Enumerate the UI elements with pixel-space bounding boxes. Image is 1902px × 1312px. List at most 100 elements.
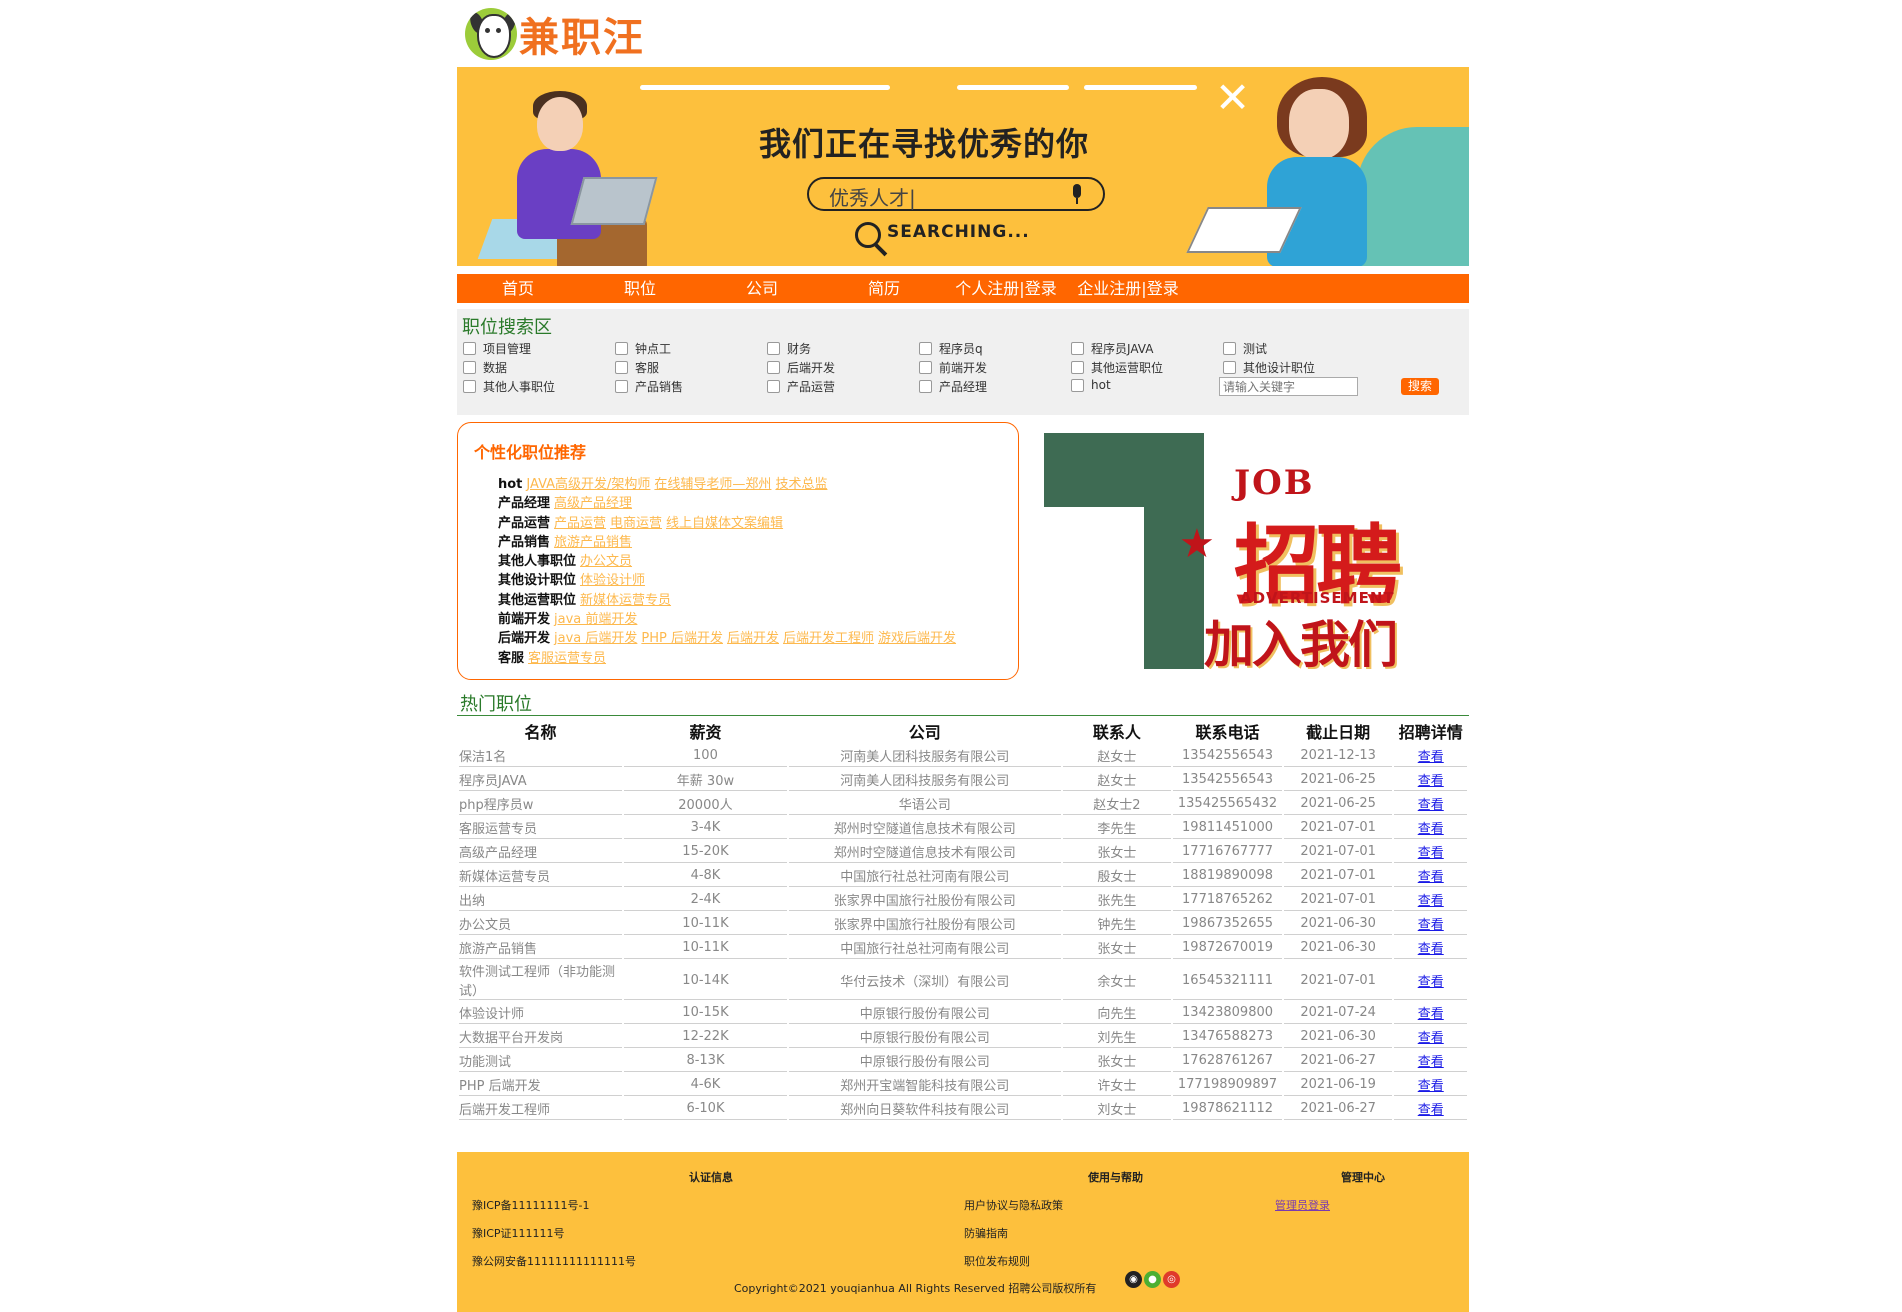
category-checkbox[interactable]: 财务 — [767, 340, 811, 357]
view-details-link[interactable]: 查看 — [1418, 750, 1444, 765]
wechat-icon[interactable]: ● — [1144, 1271, 1161, 1288]
category-checkbox[interactable]: 其他设计职位 — [1223, 359, 1315, 376]
category-checkbox[interactable]: 其他人事职位 — [463, 378, 555, 395]
category-checkbox[interactable]: 测试 — [1223, 340, 1267, 357]
view-details-link[interactable]: 查看 — [1418, 894, 1444, 909]
checkbox-box[interactable] — [1071, 361, 1084, 374]
view-details-link[interactable]: 查看 — [1418, 1007, 1444, 1022]
recommend-job-link[interactable]: 客服运营专员 — [528, 651, 606, 666]
footer-link-anti-fraud[interactable]: 防骗指南 — [964, 1225, 1008, 1241]
category-checkbox[interactable]: 产品运营 — [767, 378, 835, 395]
view-details-link[interactable]: 查看 — [1418, 1103, 1444, 1118]
view-details-link[interactable]: 查看 — [1418, 1055, 1444, 1070]
category-checkbox[interactable]: 客服 — [615, 359, 659, 376]
checkbox-box[interactable] — [463, 361, 476, 374]
category-checkbox[interactable]: 产品经理 — [919, 378, 987, 395]
details-cell: 查看 — [1394, 817, 1467, 839]
recommend-job-link[interactable]: 体验设计师 — [580, 573, 645, 588]
checkbox-box[interactable] — [767, 361, 780, 374]
view-details-link[interactable]: 查看 — [1418, 1031, 1444, 1046]
search-button[interactable]: 搜索 — [1401, 378, 1439, 395]
category-checkbox[interactable]: 数据 — [463, 359, 507, 376]
table-row: 新媒体运营专员 4-8K 中国旅行社总社河南有限公司 殷女士 18819890098 20… — [459, 865, 1467, 887]
recommend-job-link[interactable]: 新媒体运营专员 — [580, 593, 671, 608]
checkbox-box[interactable] — [919, 361, 932, 374]
nav-resume[interactable]: 简历 — [823, 274, 945, 303]
weibo-icon[interactable]: ◎ — [1163, 1271, 1180, 1288]
checkbox-box[interactable] — [767, 380, 780, 393]
category-checkbox[interactable]: 产品销售 — [615, 378, 683, 395]
contact-cell: 刘先生 — [1062, 1026, 1172, 1048]
checkbox-box[interactable] — [463, 380, 476, 393]
recommend-job-link[interactable]: 后端开发 — [727, 631, 779, 646]
checkbox-box[interactable] — [1071, 342, 1084, 355]
contact-cell: 张女士 — [1062, 937, 1172, 959]
view-details-link[interactable]: 查看 — [1418, 798, 1444, 813]
view-details-link[interactable]: 查看 — [1418, 822, 1444, 837]
recommend-job-link[interactable]: java 前端开发 — [554, 612, 637, 627]
checkbox-box[interactable] — [767, 342, 780, 355]
details-cell: 查看 — [1394, 1002, 1467, 1024]
recommend-job-link[interactable]: 后端开发工程师 — [783, 631, 874, 646]
recommend-job-link[interactable]: JAVA高级开发/架构师 — [526, 477, 650, 492]
category-checkbox[interactable]: 程序员q — [919, 340, 983, 357]
category-checkbox[interactable]: 项目管理 — [463, 340, 531, 357]
recommend-job-link[interactable]: 线上自媒体文案编辑 — [666, 516, 783, 531]
nav-personal-register-login[interactable]: 个人注册|登录 — [945, 274, 1067, 303]
checkbox-box[interactable] — [919, 380, 932, 393]
checkbox-box[interactable] — [615, 361, 628, 374]
checkbox-box[interactable] — [1071, 378, 1084, 392]
category-checkbox[interactable]: 前端开发 — [919, 359, 987, 376]
checkbox-box[interactable] — [919, 342, 932, 355]
recommend-category: 后端开发 — [498, 631, 551, 647]
recommend-job-link[interactable]: 技术总监 — [775, 477, 827, 492]
checkbox-box[interactable] — [463, 342, 476, 355]
contact-cell: 赵女士2 — [1062, 793, 1172, 815]
category-checkbox[interactable]: 后端开发 — [767, 359, 835, 376]
phone-cell: 17718765262 — [1173, 889, 1282, 911]
category-checkbox[interactable]: 程序员JAVA — [1071, 340, 1153, 357]
view-details-link[interactable]: 查看 — [1418, 942, 1444, 957]
checkbox-box[interactable] — [615, 342, 628, 355]
view-details-link[interactable]: 查看 — [1418, 1079, 1444, 1094]
checkbox-box[interactable] — [615, 380, 628, 393]
recommend-job-link[interactable]: PHP 后端开发 — [641, 631, 723, 646]
site-logo[interactable]: 兼职汪 — [465, 6, 645, 62]
footer-link-privacy[interactable]: 用户协议与隐私政策 — [964, 1197, 1063, 1213]
admin-login-link[interactable]: 管理员登录 — [1275, 1197, 1330, 1213]
recommend-job-link[interactable]: 办公文员 — [580, 554, 632, 569]
view-details-link[interactable]: 查看 — [1418, 975, 1444, 990]
view-details-link[interactable]: 查看 — [1418, 870, 1444, 885]
nav-company-register-login[interactable]: 企业注册|登录 — [1067, 274, 1189, 303]
nav-home[interactable]: 首页 — [457, 274, 579, 303]
star-icon: ★ — [1179, 521, 1215, 567]
category-checkbox[interactable]: hot — [1071, 378, 1111, 392]
company-cell: 河南美人团科技服务有限公司 — [788, 769, 1061, 791]
recommend-job-link[interactable]: java 后端开发 — [554, 631, 637, 646]
checkbox-box[interactable] — [1223, 342, 1236, 355]
view-details-link[interactable]: 查看 — [1418, 846, 1444, 861]
recommend-job-link[interactable]: 产品运营 — [554, 516, 606, 531]
view-details-link[interactable]: 查看 — [1418, 774, 1444, 789]
laptop-illustration — [570, 177, 658, 225]
category-checkbox[interactable]: 其他运营职位 — [1071, 359, 1163, 376]
nav-companies[interactable]: 公司 — [701, 274, 823, 303]
footer-link-posting-rules[interactable]: 职位发布规则 — [964, 1253, 1030, 1269]
details-cell: 查看 — [1394, 1050, 1467, 1072]
recommend-job-link[interactable]: 旅游产品销售 — [554, 535, 632, 550]
recommend-list: hot JAVA高级开发/架构师 在线辅导老师—郑州 技术总监 产品经理 高级产品经理 产品… — [498, 475, 956, 668]
recommend-category: hot — [498, 477, 523, 492]
contact-cell: 李先生 — [1062, 817, 1172, 839]
recommend-job-link[interactable]: 高级产品经理 — [554, 496, 632, 511]
contact-cell: 许女士 — [1062, 1074, 1172, 1096]
contact-cell: 刘女士 — [1062, 1098, 1172, 1120]
recommend-job-link[interactable]: 电商运营 — [610, 516, 662, 531]
view-details-link[interactable]: 查看 — [1418, 918, 1444, 933]
recommend-job-link[interactable]: 游戏后端开发 — [878, 631, 956, 646]
category-checkbox[interactable]: 钟点工 — [615, 340, 671, 357]
qq-icon[interactable]: ◉ — [1125, 1271, 1142, 1288]
keyword-input[interactable] — [1219, 377, 1358, 396]
checkbox-box[interactable] — [1223, 361, 1236, 374]
recommend-job-link[interactable]: 在线辅导老师—郑州 — [654, 477, 771, 492]
nav-jobs[interactable]: 职位 — [579, 274, 701, 303]
